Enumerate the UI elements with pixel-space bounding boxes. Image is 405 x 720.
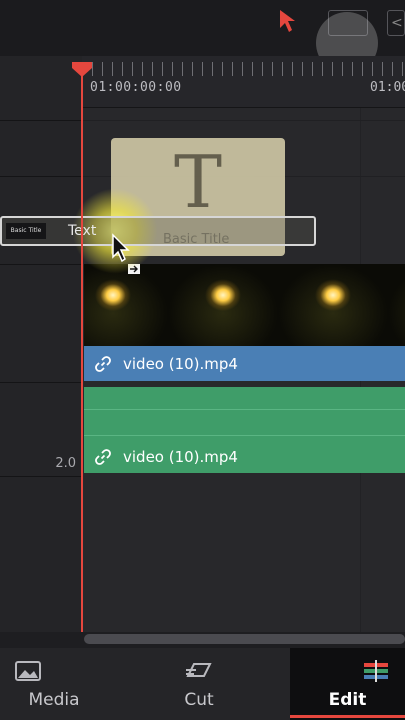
nav-edit-label: Edit [328,690,367,710]
track-divider [0,120,82,121]
pointer-icon [112,233,130,263]
pointer-tool-icon[interactable] [278,8,300,34]
audio-track-level: 2.0 [55,456,76,471]
audio-divider [84,435,405,436]
video-clip-thumbnails[interactable] [84,264,405,346]
playhead-handle[interactable] [70,60,94,78]
nav-cut-label: Cut [184,690,214,710]
video-clip-name: video (10).mp4 [123,355,238,373]
video-thumbnail [84,264,168,346]
video-thumbnail [168,264,278,346]
track-headers: 2.0 [0,56,82,632]
nav-media-label: Media [28,690,80,710]
video-thumbnail [278,264,388,346]
ruler-ticks [82,62,405,76]
bottom-nav: Media Cut Edit [0,648,405,720]
video-thumbnail [388,264,405,346]
track-divider [0,382,82,383]
nav-cut[interactable]: Cut [108,648,290,720]
track-divider [0,476,82,477]
nav-media[interactable]: Media [0,648,108,720]
link-icon [95,449,111,465]
audio-clip[interactable]: video (10).mp4 [84,387,405,473]
audio-clip-name: video (10).mp4 [123,448,238,466]
media-icon [15,661,41,681]
dragged-item-thumbnail: Basic Title [6,223,46,239]
active-tab-indicator [290,715,405,718]
dragged-title-item[interactable]: Basic Title Text [0,216,316,246]
track-divider [82,120,405,121]
top-toolbar: < [0,0,405,74]
track-divider [0,264,82,265]
playhead-line[interactable] [81,68,83,634]
link-icon [95,356,111,372]
video-clip[interactable]: video (10).mp4 [84,346,405,381]
track-divider [0,176,82,177]
audio-divider [84,409,405,410]
ruler-timecode-next: 01:00 [370,80,405,95]
scrollbar-thumb[interactable] [84,634,405,644]
nav-edit[interactable]: Edit [290,648,405,720]
ruler-timecode: 01:00:00:00 [90,80,182,95]
cut-icon [186,663,212,677]
timeline-ruler[interactable]: 01:00:00:00 01:00 [82,56,405,108]
edit-icon [364,660,388,682]
chevron-left-icon[interactable]: < [387,10,405,36]
